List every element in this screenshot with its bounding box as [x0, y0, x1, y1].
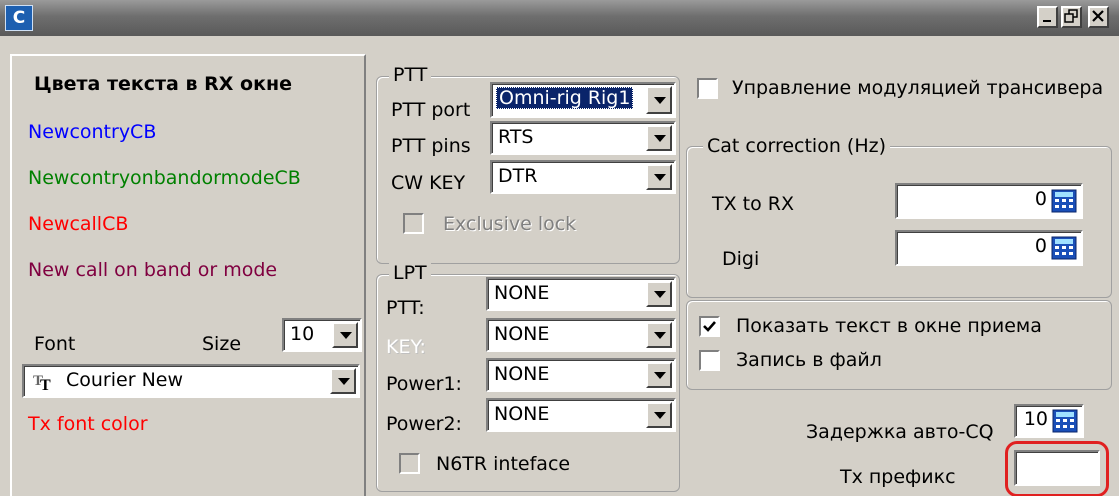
- checkmark-icon: [703, 321, 716, 332]
- minimize-button[interactable]: [1037, 6, 1058, 28]
- digi-input[interactable]: 0: [895, 230, 1083, 266]
- ptt-legend: PTT: [389, 65, 432, 85]
- font-label: Font: [34, 333, 76, 355]
- ptt-port-dropdown-button[interactable]: [646, 86, 672, 114]
- calculator-icon[interactable]: [1052, 409, 1078, 433]
- lpt-power1-dropdown-button[interactable]: [646, 362, 672, 388]
- ptt-port-combo[interactable]: Omni-rig Rig1: [490, 82, 676, 118]
- font-name-combo[interactable]: T T Courier New: [22, 364, 360, 398]
- settings-window: C Цвета текста в RX окне NewcontryCB New…: [0, 0, 1119, 496]
- color-item-newcontry-band[interactable]: NewcontryonbandormodeCB: [28, 166, 301, 190]
- write-file-checkbox[interactable]: [699, 350, 720, 371]
- lpt-power2-combo[interactable]: NONE: [486, 398, 676, 432]
- lpt-power1-label: Power1:: [386, 373, 462, 395]
- rx-colors-panel: Цвета текста в RX окне NewcontryCB Newco…: [10, 54, 366, 496]
- autocq-delay-input[interactable]: 10: [1014, 404, 1084, 438]
- font-name-dropdown-button[interactable]: [330, 368, 356, 394]
- tx-to-rx-value: 0: [1034, 188, 1047, 210]
- lpt-legend: LPT: [389, 263, 431, 283]
- app-icon[interactable]: C: [5, 5, 33, 31]
- restore-button[interactable]: [1061, 6, 1082, 28]
- lpt-ptt-value: NONE: [494, 282, 550, 304]
- chevron-down-icon: [340, 332, 352, 339]
- ptt-pins-combo[interactable]: RTS: [490, 121, 676, 155]
- n6tr-interface-checkbox[interactable]: [399, 453, 420, 474]
- show-text-checkbox[interactable]: [699, 316, 720, 337]
- chevron-down-icon: [654, 412, 666, 419]
- tx-prefix-highlight: [1005, 441, 1109, 496]
- cw-key-label: CW KEY: [391, 172, 466, 194]
- cat-correction-legend: Cat correction (Hz): [703, 136, 890, 156]
- lpt-key-value: NONE: [494, 323, 550, 345]
- lpt-key-combo[interactable]: NONE: [486, 318, 676, 352]
- chevron-down-icon: [654, 174, 666, 181]
- lpt-ptt-label: PTT:: [386, 297, 425, 319]
- digi-value: 0: [1034, 235, 1047, 257]
- tx-to-rx-input[interactable]: 0: [895, 183, 1083, 219]
- lpt-ptt-combo[interactable]: NONE: [486, 277, 676, 311]
- cat-correction-group: Cat correction (Hz): [686, 136, 1112, 298]
- close-icon: [1092, 10, 1104, 22]
- chevron-down-icon: [654, 135, 666, 142]
- cw-key-dropdown-button[interactable]: [646, 164, 672, 190]
- calculator-icon[interactable]: [1051, 236, 1077, 260]
- color-item-newcall-band[interactable]: New call on band or mode: [28, 258, 277, 282]
- modulation-control-label: Управление модуляцией трансивера: [732, 77, 1104, 99]
- color-item-newcontry[interactable]: NewcontryCB: [28, 120, 156, 144]
- title-bar[interactable]: C: [0, 0, 1119, 36]
- n6tr-interface-label: N6TR inteface: [436, 453, 571, 475]
- font-name-value: Courier New: [66, 369, 184, 391]
- lpt-key-dropdown-button[interactable]: [646, 322, 672, 348]
- lpt-power1-value: NONE: [494, 363, 550, 385]
- close-button[interactable]: [1088, 6, 1109, 28]
- lpt-ptt-dropdown-button[interactable]: [646, 281, 672, 307]
- restore-icon: [1064, 9, 1078, 23]
- lpt-power2-dropdown-button[interactable]: [646, 402, 672, 428]
- calculator-icon[interactable]: [1051, 189, 1077, 213]
- exclusive-lock-label: Exclusive lock: [443, 213, 577, 235]
- ptt-port-value: Omni-rig Rig1: [496, 87, 634, 109]
- lpt-power2-label: Power2:: [386, 413, 462, 435]
- truetype-font-icon: T T: [33, 373, 51, 393]
- tx-font-color-label[interactable]: Tx font color: [28, 412, 148, 436]
- minimize-icon: [1043, 20, 1051, 22]
- show-text-label: Показать текст в окне приема: [736, 315, 1042, 337]
- autocq-delay-label: Задержка авто-CQ: [806, 421, 994, 443]
- cw-key-value: DTR: [498, 165, 538, 187]
- chevron-down-icon: [338, 378, 350, 385]
- tx-to-rx-label: TX to RX: [712, 193, 794, 215]
- tx-prefix-label: Tx префикс: [840, 466, 956, 488]
- chevron-down-icon: [654, 372, 666, 379]
- ptt-pins-dropdown-button[interactable]: [646, 125, 672, 151]
- modulation-control-checkbox[interactable]: [697, 78, 718, 99]
- svg-text:T: T: [40, 377, 51, 393]
- exclusive-lock-checkbox[interactable]: [403, 213, 424, 234]
- ptt-pins-label: PTT pins: [391, 135, 471, 157]
- chevron-down-icon: [654, 291, 666, 298]
- size-label: Size: [202, 333, 242, 355]
- font-size-dropdown-button[interactable]: [332, 322, 358, 348]
- ptt-pins-value: RTS: [498, 126, 534, 148]
- font-size-combo[interactable]: 10: [282, 318, 362, 352]
- cw-key-combo[interactable]: DTR: [490, 160, 676, 194]
- lpt-key-label: KEY:: [386, 336, 426, 358]
- digi-label: Digi: [722, 248, 760, 270]
- write-file-label: Запись в файл: [736, 349, 882, 371]
- lpt-power2-value: NONE: [494, 403, 550, 425]
- chevron-down-icon: [654, 97, 666, 104]
- chevron-down-icon: [654, 332, 666, 339]
- color-item-newcall[interactable]: NewcallCB: [28, 212, 128, 236]
- ptt-port-label: PTT port: [391, 99, 471, 121]
- autocq-delay-value: 10: [1023, 408, 1048, 430]
- lpt-power1-combo[interactable]: NONE: [486, 358, 676, 392]
- rx-colors-title: Цвета текста в RX окне: [34, 73, 292, 95]
- font-size-value: 10: [290, 323, 315, 345]
